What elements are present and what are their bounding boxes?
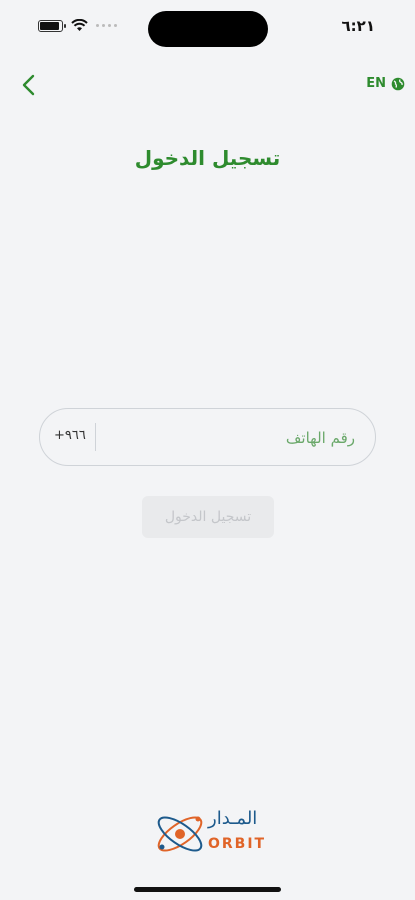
logo-arabic-text: المـدار <box>208 808 258 829</box>
chevron-left-icon <box>22 74 35 96</box>
cellular-signal-icon <box>96 24 117 27</box>
home-indicator <box>134 887 281 892</box>
dynamic-island <box>148 11 268 47</box>
language-toggle[interactable]: EN <box>366 76 405 91</box>
status-time: ٦:٢١ <box>341 17 375 35</box>
phone-field[interactable]: +٩٦٦ <box>39 408 376 467</box>
app-logo: المـدار ORBIT <box>152 806 272 862</box>
orbit-logo-icon <box>157 816 203 852</box>
field-divider <box>95 423 96 451</box>
wifi-icon <box>71 19 88 31</box>
globe-icon <box>391 77 405 90</box>
status-bar: ٦:٢١ <box>0 0 415 56</box>
login-button[interactable]: تسجيل الدخول <box>142 496 274 538</box>
logo-english-text: ORBIT <box>208 836 267 852</box>
back-button[interactable] <box>18 72 42 98</box>
page-title: تسجيل الدخول <box>134 146 281 170</box>
status-icons <box>38 19 117 32</box>
language-label: EN <box>366 76 386 91</box>
battery-icon <box>38 19 66 32</box>
country-code: +٩٦٦ <box>54 428 86 443</box>
phone-input[interactable] <box>153 409 357 467</box>
